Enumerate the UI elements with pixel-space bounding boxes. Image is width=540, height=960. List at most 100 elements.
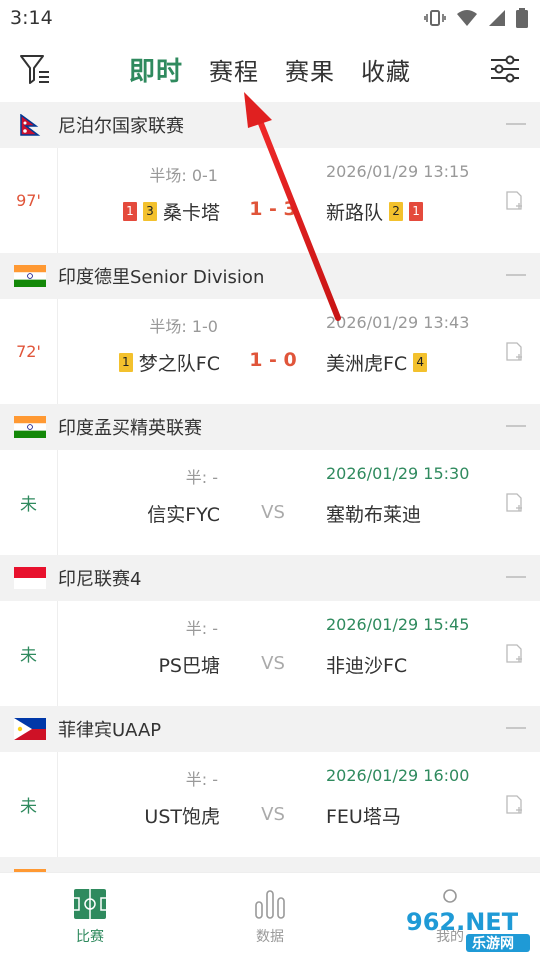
match-minute: 97' bbox=[16, 191, 41, 210]
home-team: 信实FYC bbox=[147, 500, 220, 527]
settings-sliders-icon[interactable] bbox=[488, 52, 522, 86]
half-time-score: 半场: 1-0 bbox=[149, 317, 218, 336]
home-team-name: 桑卡塔 bbox=[162, 202, 220, 224]
vibrate-icon bbox=[424, 10, 446, 26]
match-row[interactable]: 97' 半场: 0-1 2026/01/29 13:15 1 3 桑卡塔 1 -… bbox=[0, 148, 540, 253]
nav-label: 比赛 bbox=[76, 928, 104, 945]
bar-chart-icon bbox=[255, 889, 285, 919]
match-datetime: 2026/01/29 13:15 bbox=[326, 162, 470, 181]
home-team-name: 信实FYC bbox=[147, 504, 220, 526]
league-name: 印度德里Senior Division bbox=[58, 267, 265, 288]
status-time: 3:14 bbox=[10, 7, 53, 29]
match-datetime: 2026/01/29 15:45 bbox=[326, 615, 470, 634]
collapse-icon[interactable] bbox=[506, 727, 526, 729]
half-time-score: 半场: 0-1 bbox=[149, 166, 218, 185]
half-time-score: 半: - bbox=[185, 619, 218, 638]
tab-favorites[interactable]: 收藏 bbox=[361, 52, 411, 87]
league-name: 尼泊尔国家联赛 bbox=[58, 116, 184, 137]
collapse-icon[interactable] bbox=[506, 425, 526, 427]
home-team-name: UST饱虎 bbox=[144, 806, 220, 828]
yellow-card-count: 3 bbox=[142, 202, 157, 221]
philippines-flag-icon bbox=[14, 718, 46, 740]
favorite-icon[interactable] bbox=[502, 188, 526, 212]
versus-label: VS bbox=[261, 502, 285, 523]
watermark-text: 962.NET bbox=[406, 908, 519, 936]
wifi-icon bbox=[457, 10, 477, 26]
nav-label: 数据 bbox=[256, 928, 284, 945]
yellow-card-count: 1 bbox=[118, 353, 133, 372]
match-not-started: 未 bbox=[20, 495, 37, 515]
home-team: PS巴塘 bbox=[158, 651, 220, 678]
match-row[interactable]: 未 半: - 2026/01/29 15:45 PS巴塘 VS 非迪沙FC bbox=[0, 601, 540, 706]
watermark-sub: 乐游网 bbox=[472, 935, 514, 952]
yellow-card-count: 2 bbox=[389, 202, 404, 221]
away-team: 非迪沙FC bbox=[326, 651, 407, 678]
away-team: FEU塔马 bbox=[326, 802, 401, 829]
match-status-cell: 未 bbox=[0, 601, 58, 706]
favorite-icon[interactable] bbox=[502, 641, 526, 665]
away-team-name: 美洲虎FC bbox=[326, 353, 408, 375]
soccer-field-icon bbox=[74, 888, 106, 919]
away-team: 新路队 2 1 bbox=[326, 198, 424, 225]
indonesia-flag-icon bbox=[14, 567, 46, 589]
status-bar: 3:14 bbox=[0, 0, 540, 36]
tab-schedule[interactable]: 赛程 bbox=[209, 52, 259, 87]
watermark-logo: 962.NET 乐游网 bbox=[406, 908, 530, 952]
match-not-started: 未 bbox=[20, 646, 37, 666]
match-row[interactable]: 72' 半场: 1-0 2026/01/29 13:43 1 梦之队FC 1 -… bbox=[0, 299, 540, 404]
home-team: 1 3 桑卡塔 bbox=[122, 198, 220, 225]
away-team: 塞勒布莱迪 bbox=[326, 500, 421, 527]
match-not-started: 未 bbox=[20, 797, 37, 817]
match-score: 1 - 3 bbox=[249, 198, 297, 220]
away-team-name: FEU塔马 bbox=[326, 806, 401, 828]
league-header[interactable]: 尼泊尔国家联赛 bbox=[0, 102, 540, 148]
match-list[interactable]: 尼泊尔国家联赛 97' 半场: 0-1 2026/01/29 13:15 1 3… bbox=[0, 102, 540, 872]
half-time-score: 半: - bbox=[185, 770, 218, 789]
favorite-icon[interactable] bbox=[502, 339, 526, 363]
favorite-icon[interactable] bbox=[502, 792, 526, 816]
league-header[interactable]: 印尼联赛4 bbox=[0, 555, 540, 601]
away-team-name: 新路队 bbox=[326, 202, 384, 224]
match-minute: 72' bbox=[16, 342, 41, 361]
match-status-cell: 97' bbox=[0, 148, 58, 253]
yellow-card-count: 4 bbox=[413, 353, 428, 372]
league-header[interactable]: 印度孟买精英联赛 bbox=[0, 404, 540, 450]
match-status-cell: 未 bbox=[0, 752, 58, 857]
collapse-icon[interactable] bbox=[506, 274, 526, 276]
league-name: 印度孟买精英联赛 bbox=[58, 418, 202, 439]
league-header[interactable]: 菲律宾UAAP bbox=[0, 706, 540, 752]
league-header[interactable]: 印度德里Senior Division bbox=[0, 253, 540, 299]
india-flag-icon bbox=[14, 265, 46, 287]
collapse-icon[interactable] bbox=[506, 123, 526, 125]
match-status-cell: 未 bbox=[0, 450, 58, 555]
collapse-icon[interactable] bbox=[506, 576, 526, 578]
away-team-name: 塞勒布莱迪 bbox=[326, 504, 422, 526]
tab-live[interactable]: 即时 bbox=[129, 51, 183, 88]
filter-icon[interactable] bbox=[18, 52, 52, 86]
home-team: 1 梦之队FC bbox=[118, 349, 220, 376]
match-row[interactable]: 未 半: - 2026/01/29 15:30 信实FYC VS 塞勒布莱迪 bbox=[0, 450, 540, 555]
match-datetime: 2026/01/29 15:30 bbox=[326, 464, 470, 483]
top-header: 即时 赛程 赛果 收藏 bbox=[0, 36, 540, 102]
nav-data[interactable]: 数据 bbox=[180, 873, 360, 960]
league-header-partial[interactable] bbox=[0, 857, 540, 872]
red-card-count: 1 bbox=[122, 202, 137, 221]
favorite-icon[interactable] bbox=[502, 490, 526, 514]
match-status-cell: 72' bbox=[0, 299, 58, 404]
battery-icon bbox=[516, 8, 528, 28]
nepal-flag-icon bbox=[20, 114, 41, 136]
half-time-score: 半: - bbox=[185, 468, 218, 487]
match-tabs: 即时 赛程 赛果 收藏 bbox=[129, 51, 411, 88]
status-icons bbox=[424, 8, 528, 28]
home-team: UST饱虎 bbox=[144, 802, 220, 829]
india-flag-icon bbox=[14, 416, 46, 438]
versus-label: VS bbox=[261, 653, 285, 674]
match-row[interactable]: 未 半: - 2026/01/29 16:00 UST饱虎 VS FEU塔马 bbox=[0, 752, 540, 857]
versus-label: VS bbox=[261, 804, 285, 825]
match-datetime: 2026/01/29 13:43 bbox=[326, 313, 470, 332]
away-team-name: 非迪沙FC bbox=[326, 655, 408, 677]
nav-matches[interactable]: 比赛 bbox=[0, 873, 180, 960]
match-score: 1 - 0 bbox=[249, 349, 297, 371]
league-name: 印尼联赛4 bbox=[58, 569, 142, 590]
tab-results[interactable]: 赛果 bbox=[285, 52, 335, 87]
